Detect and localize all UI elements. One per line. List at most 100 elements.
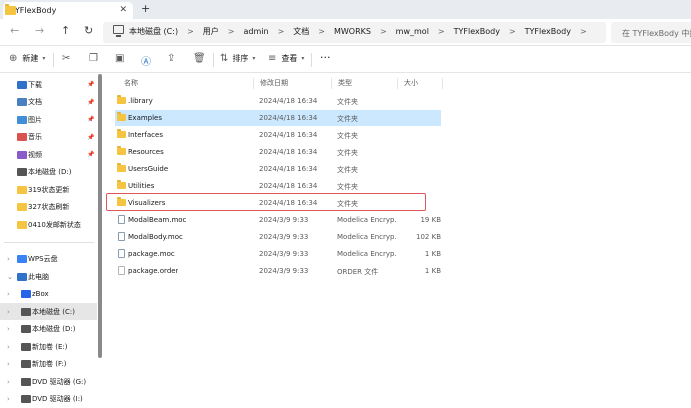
sidebar-item[interactable]: › 新加卷 (E:): [0, 338, 97, 355]
chevron-right-icon[interactable]: ›: [7, 325, 10, 333]
address-bar[interactable]: 本地磁盘 (C:) > 用户 > admin > 文档 > MWORKS > mw_mol > TYFl…: [103, 22, 606, 43]
sidebar-item[interactable]: › DVD 驱动器 (G:): [0, 373, 97, 390]
breadcrumb-separator-icon[interactable]: >: [278, 27, 285, 36]
column-header-date[interactable]: 修改日期: [260, 78, 288, 88]
tab-tyflexbody[interactable]: TYFlexBody ✕: [3, 2, 133, 19]
column-separator[interactable]: [397, 78, 398, 89]
file-type: 文件夹: [337, 166, 358, 174]
sidebar-item[interactable]: › 新加卷 (F:): [0, 355, 97, 372]
paste-button[interactable]: ▣: [115, 53, 124, 64]
back-icon[interactable]: ←: [10, 24, 19, 37]
sidebar-item-label: 图片: [28, 115, 42, 124]
sidebar-item[interactable]: › 本地磁盘 (C:): [0, 303, 97, 320]
music-icon: [17, 133, 27, 141]
sidebar-item[interactable]: ⌄ 此电脑: [0, 268, 97, 285]
file-row[interactable]: Resources 2024/4/18 16:34 文件夹: [115, 144, 441, 160]
column-header-name[interactable]: 名称: [124, 78, 138, 88]
column-separator[interactable]: [253, 78, 254, 89]
chevron-right-icon[interactable]: ›: [7, 360, 10, 368]
sidebar-item[interactable]: 文档 📌: [0, 94, 97, 111]
breadcrumb-separator-icon[interactable]: >: [580, 27, 587, 36]
sort-button[interactable]: ⇅ 排序 ▾: [220, 53, 255, 64]
breadcrumb-item[interactable]: mw_mol: [396, 27, 429, 36]
sidebar-item[interactable]: 本地磁盘 (D:): [0, 164, 97, 181]
sidebar-item[interactable]: 319状态更新: [0, 181, 97, 198]
cut-button[interactable]: ✂: [62, 53, 70, 64]
sidebar-item[interactable]: 下载 📌: [0, 76, 97, 93]
breadcrumb-separator-icon[interactable]: >: [438, 27, 445, 36]
rename-button[interactable]: Ⓐ: [141, 53, 151, 68]
file-icon: [118, 266, 125, 275]
file-name: Examples: [128, 114, 163, 122]
breadcrumb-item[interactable]: admin: [243, 27, 268, 36]
sidebar-item[interactable]: 327状态刷新: [0, 199, 97, 216]
sidebar-scrollbar[interactable]: [98, 74, 102, 358]
breadcrumb-separator-icon[interactable]: >: [318, 27, 325, 36]
sidebar-item[interactable]: › DVD 驱动器 (I:): [0, 390, 97, 407]
sidebar-item[interactable]: › WPS云盘: [0, 250, 97, 267]
chevron-down-icon[interactable]: ⌄: [7, 273, 13, 281]
drive-icon: [21, 342, 31, 351]
breadcrumb-item[interactable]: 本地磁盘 (C:): [129, 26, 178, 37]
column-header-size[interactable]: 大小: [404, 78, 418, 88]
folder-icon: [17, 203, 27, 211]
plus-circle-icon: ⊕: [9, 53, 18, 64]
toolbar-divider: [311, 53, 312, 67]
file-row[interactable]: Interfaces 2024/4/18 16:34 文件夹: [115, 127, 441, 143]
breadcrumb-separator-icon[interactable]: >: [380, 27, 387, 36]
chevron-right-icon[interactable]: ›: [7, 255, 10, 263]
column-header-type[interactable]: 类型: [338, 78, 352, 88]
sidebar-item-label: 本地磁盘 (D:): [28, 168, 72, 176]
share-button[interactable]: ⇪: [167, 53, 175, 64]
sidebar-item[interactable]: 音乐 📌: [0, 129, 97, 146]
column-separator[interactable]: [331, 78, 332, 89]
breadcrumb-item[interactable]: 文档: [293, 26, 309, 37]
sidebar-item[interactable]: 视频 📌: [0, 146, 97, 163]
breadcrumb-separator-icon[interactable]: >: [509, 27, 516, 36]
file-type: Modelica Encryp...: [337, 250, 397, 258]
forward-icon[interactable]: →: [35, 24, 44, 37]
file-row[interactable]: package.moc 2024/3/9 9:33 Modelica Encryp.…: [115, 246, 441, 262]
pin-icon: 📌: [87, 151, 95, 158]
breadcrumb-item[interactable]: 用户: [203, 26, 219, 37]
chevron-right-icon[interactable]: ›: [7, 343, 10, 351]
chevron-right-icon[interactable]: ›: [7, 395, 10, 403]
search-input[interactable]: 在 TYFlexBody 中搜索: [611, 22, 691, 43]
up-icon[interactable]: ↑: [61, 24, 70, 37]
new-tab-button[interactable]: +: [141, 2, 150, 15]
tab-title: TYFlexBody: [10, 6, 57, 15]
sidebar-item[interactable]: › 本地磁盘 (D:): [0, 320, 97, 337]
file-row[interactable]: ModalBody.moc 2024/3/9 9:33 Modelica Encry…: [115, 229, 441, 245]
chevron-right-icon[interactable]: ›: [7, 308, 10, 316]
close-tab-icon[interactable]: ✕: [119, 5, 127, 15]
more-button[interactable]: ···: [320, 51, 331, 64]
column-separator[interactable]: [442, 78, 443, 89]
file-row[interactable]: Examples 2024/4/18 16:34 文件夹: [115, 110, 441, 126]
view-button[interactable]: ≡ 查看 ▾: [268, 53, 304, 64]
delete-button[interactable]: 🗑: [193, 53, 206, 64]
file-name: Resources: [128, 148, 164, 156]
cloud-icon: [17, 254, 27, 263]
file-row[interactable]: .library 2024/4/18 16:34 文件夹: [115, 93, 441, 109]
refresh-icon[interactable]: ↻: [84, 24, 93, 37]
sidebar-item[interactable]: › zBox: [0, 285, 97, 302]
breadcrumb-separator-icon[interactable]: >: [228, 27, 235, 36]
copy-icon: ❐: [89, 53, 98, 64]
file-row[interactable]: package.order 2024/3/9 9:33 ORDER 文件 1 KB: [115, 263, 441, 279]
breadcrumb-item[interactable]: TYFlexBody: [454, 27, 500, 36]
breadcrumb-item[interactable]: MWORKS: [334, 27, 371, 36]
file-row[interactable]: ModalBeam.moc 2024/3/9 9:33 Modelica Encry…: [115, 212, 441, 228]
command-bar: ⊕ 新建 ▾ ✂ ❐ ▣ Ⓐ ⇪ 🗑 ⇅ 排序 ▾ ≡ 查看 ▾ ···: [0, 47, 691, 73]
breadcrumb-separator-icon[interactable]: >: [187, 27, 194, 36]
sidebar-item[interactable]: 0410发邮新状态: [0, 216, 97, 233]
pin-icon: 📌: [87, 116, 95, 123]
chevron-right-icon[interactable]: ›: [7, 378, 10, 386]
pc-icon: [17, 272, 27, 281]
breadcrumb-item[interactable]: TYFlexBody: [525, 27, 571, 36]
file-row[interactable]: UsersGuide 2024/4/18 16:34 文件夹: [115, 161, 441, 177]
new-button[interactable]: ⊕ 新建 ▾: [9, 53, 45, 64]
copy-button[interactable]: ❐: [89, 53, 98, 64]
file-row[interactable]: Utilities 2024/4/18 16:34 文件夹: [115, 178, 441, 194]
chevron-right-icon[interactable]: ›: [7, 290, 10, 298]
sidebar-item[interactable]: 图片 📌: [0, 111, 97, 128]
